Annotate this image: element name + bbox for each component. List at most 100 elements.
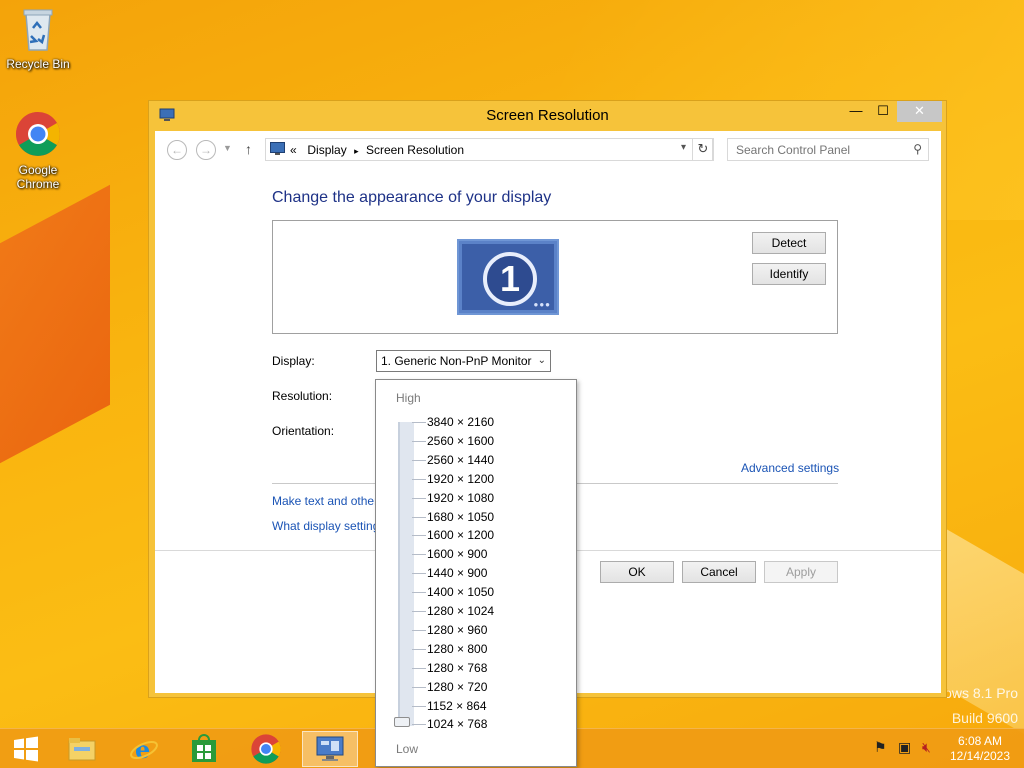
resolution-option[interactable]: 1680 × 1050 xyxy=(427,510,494,524)
desktop-icon-recycle-bin[interactable]: Recycle Bin xyxy=(0,6,76,71)
display-icon xyxy=(270,142,285,159)
window-title: Screen Resolution xyxy=(486,107,609,124)
resolution-option[interactable]: 1400 × 1050 xyxy=(427,585,494,599)
resolution-option[interactable]: 1024 × 768 xyxy=(427,717,487,731)
close-button[interactable]: ✕ xyxy=(897,101,942,122)
clock[interactable]: 6:08 AM 12/14/2023 xyxy=(945,734,1015,764)
file-explorer-button[interactable] xyxy=(56,731,108,767)
resolution-dropdown[interactable]: High 3840 × 2160 2560 × 1600 2560 × 1440 19… xyxy=(375,379,577,767)
resolution-option[interactable]: 2560 × 1440 xyxy=(427,453,494,467)
volume-muted-icon[interactable]: 🔇︎ xyxy=(922,739,931,756)
start-button[interactable] xyxy=(0,731,52,767)
monitor-dots: ●●● xyxy=(533,300,551,309)
slider-tick xyxy=(412,667,426,669)
high-label: High xyxy=(396,391,421,405)
internet-explorer-icon: e xyxy=(130,735,158,764)
slider-tick xyxy=(412,705,426,707)
store-button[interactable] xyxy=(178,731,230,767)
title-bar[interactable]: Screen Resolution — ☐ ✕ xyxy=(149,101,946,131)
network-icon[interactable]: ▣ xyxy=(898,739,911,756)
resolution-option[interactable]: 1280 × 720 xyxy=(427,680,487,694)
breadcrumb-separator-icon[interactable]: ▸ xyxy=(354,146,359,156)
windows-watermark-line1: ows 8.1 Pro xyxy=(944,685,1018,701)
slider-tick xyxy=(412,592,426,594)
resolution-option[interactable]: 3840 × 2160 xyxy=(427,415,494,429)
slider-tick xyxy=(412,724,426,726)
address-bar[interactable]: « Display ▸ Screen Resolution ▾ xyxy=(265,138,713,161)
windows-watermark-line2: Build 9600 xyxy=(951,710,1018,726)
resolution-option[interactable]: 1280 × 800 xyxy=(427,642,487,656)
resolution-option[interactable]: 1280 × 960 xyxy=(427,623,487,637)
recycle-bin-icon xyxy=(0,6,76,55)
recent-pages-icon[interactable]: ▼ xyxy=(223,143,232,153)
advanced-settings-link[interactable]: Advanced settings xyxy=(741,461,839,475)
slider-tick xyxy=(412,497,426,499)
resolution-option[interactable]: 1600 × 900 xyxy=(427,547,487,561)
monitor-icon[interactable]: 1 ●●● xyxy=(457,239,559,315)
chrome-taskbar-button[interactable] xyxy=(240,731,292,767)
resolution-option[interactable]: 1920 × 1080 xyxy=(427,491,494,505)
resolution-option[interactable]: 1920 × 1200 xyxy=(427,472,494,486)
apply-button[interactable]: Apply xyxy=(764,561,838,583)
desktop-icon-label: Google Chrome xyxy=(16,163,60,191)
svg-text:e: e xyxy=(135,735,150,764)
resolution-option[interactable]: 1600 × 1200 xyxy=(427,528,494,542)
slider-tick xyxy=(412,422,426,423)
windows-logo-icon xyxy=(14,736,38,762)
resolution-option[interactable]: 1440 × 900 xyxy=(427,566,487,580)
resolution-label: Resolution: xyxy=(272,389,333,403)
refresh-icon[interactable]: ↻ xyxy=(692,138,714,161)
low-label: Low xyxy=(396,742,419,756)
slider-track-line xyxy=(398,422,400,726)
internet-explorer-button[interactable]: e xyxy=(118,731,170,767)
control-panel-taskbar-button[interactable] xyxy=(302,731,358,767)
slider-tick xyxy=(412,478,426,480)
slider-tick xyxy=(412,686,426,688)
page-heading: Change the appearance of your display xyxy=(272,189,552,206)
make-text-larger-link[interactable]: Make text and other xyxy=(272,494,378,508)
search-box[interactable]: ⚲ xyxy=(727,138,929,161)
what-display-settings-link[interactable]: What display setting xyxy=(272,519,379,533)
slider-tick xyxy=(412,459,426,461)
forward-icon[interactable]: → xyxy=(196,140,216,160)
wallpaper-shape xyxy=(0,184,110,496)
control-panel-icon xyxy=(316,736,344,761)
identify-button[interactable]: Identify xyxy=(752,263,826,285)
flag-icon[interactable]: ⚑ xyxy=(874,739,887,756)
chrome-icon xyxy=(0,110,76,161)
search-icon[interactable]: ⚲ xyxy=(913,142,922,156)
chrome-icon xyxy=(251,734,281,764)
detect-button[interactable]: Detect xyxy=(752,232,826,254)
slider-tick xyxy=(412,440,426,442)
resolution-option[interactable]: 1152 × 864 xyxy=(427,699,487,713)
resolution-option[interactable]: 1280 × 1024 xyxy=(427,604,494,618)
breadcrumb: « Display ▸ Screen Resolution xyxy=(290,143,464,157)
breadcrumb-screen-resolution[interactable]: Screen Resolution xyxy=(366,143,464,157)
display-select[interactable]: 1. Generic Non-PnP Monitor ⌄ xyxy=(376,350,551,372)
slider-tick xyxy=(412,573,426,575)
desktop-icon-google-chrome[interactable]: Google Chrome xyxy=(0,110,76,191)
address-dropdown-icon[interactable]: ▾ xyxy=(681,142,686,153)
folder-icon xyxy=(68,738,96,761)
cancel-button[interactable]: Cancel xyxy=(682,561,756,583)
breadcrumb-display[interactable]: Display xyxy=(307,143,346,157)
clock-time: 6:08 AM xyxy=(957,734,1003,748)
search-input[interactable] xyxy=(736,140,906,160)
orientation-label: Orientation: xyxy=(272,424,335,438)
minimize-button[interactable]: — xyxy=(843,101,869,122)
display-label: Display: xyxy=(272,354,315,368)
monitor-number: 1 xyxy=(483,252,537,306)
maximize-button[interactable]: ☐ xyxy=(870,101,896,122)
slider-tick xyxy=(412,535,426,537)
breadcrumb-overflow[interactable]: « xyxy=(290,143,297,157)
resolution-slider-thumb[interactable] xyxy=(394,717,410,727)
slider-tick xyxy=(412,629,426,631)
resolution-option[interactable]: 1280 × 768 xyxy=(427,661,487,675)
chevron-down-icon: ⌄ xyxy=(537,355,546,366)
up-arrow-icon[interactable]: ↑ xyxy=(245,141,252,157)
back-icon[interactable]: ← xyxy=(167,140,187,160)
navigation-bar: ← → ▼ ↑ « Display ▸ Screen Resolution ▾ … xyxy=(155,131,941,169)
ok-button[interactable]: OK xyxy=(600,561,674,583)
resolution-option[interactable]: 2560 × 1600 xyxy=(427,434,494,448)
display-select-value: 1. Generic Non-PnP Monitor xyxy=(381,354,532,368)
